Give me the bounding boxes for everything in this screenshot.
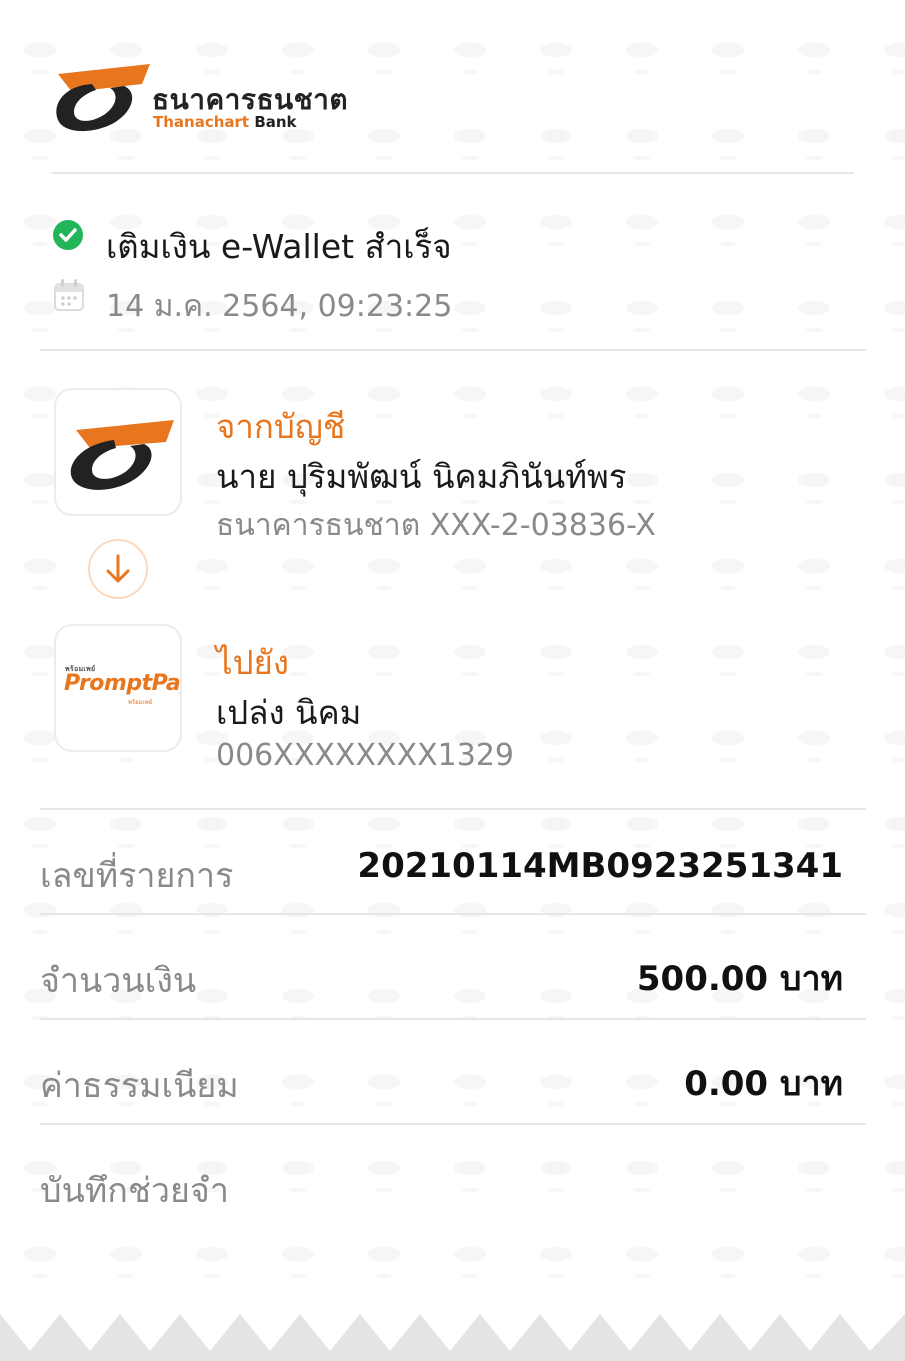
amount-divider [40,1018,866,1020]
from-account-number: ธนาคารธนชาต XXX-2-03836-X [216,508,656,543]
thanachart-logo-icon [56,64,150,132]
arrow-down-icon [88,539,148,599]
status-divider [40,349,866,351]
calendar-icon [54,279,84,311]
to-account-name: เปล่ง นิคม [216,693,362,732]
fee-divider [40,1123,866,1125]
bank-name-english-secondary: Bank [254,113,297,131]
from-account-name: นาย ปุริมพัฒน์ นิคมภินันท์พร [216,457,627,496]
check-circle-icon [53,220,83,250]
from-label: จากบัญชี [216,407,346,446]
receipt-zigzag-edge [0,1306,905,1361]
fee-label: ค่าธรรมเนียม [40,1066,239,1106]
reference-label: เลขที่รายการ [40,856,234,896]
to-account-number: 006XXXXXXXX1329 [216,738,515,773]
thanachart-logo-icon [70,420,174,490]
promptpay-logo-icon: PromptPay [64,671,182,696]
amount-label: จำนวนเงิน [40,961,197,1001]
fee-value: 0.00 บาท [684,1064,843,1104]
accounts-divider [40,808,866,810]
amount-value: 500.00 บาท [636,959,843,999]
to-promptpay-logo: พร้อมเพย์ PromptPay พร้อมเพย์ [54,624,182,752]
memo-label: บันทึกช่วยจำ [40,1171,229,1211]
from-bank-logo [54,388,182,516]
bank-name-english: Thanachart Bank [153,113,297,131]
header-divider [52,172,854,174]
transaction-datetime: 14 ม.ค. 2564, 09:23:25 [106,289,453,324]
bank-logo: ธนาคารธนชาต Thanachart Bank [52,62,352,134]
status-title: เติมเงิน e-Wallet สำเร็จ [106,227,452,266]
promptpay-logo-tag: พร้อมเพย์ [128,699,153,706]
reference-value: 20210114MB0923251341 [357,846,843,886]
reference-divider [40,913,866,915]
bank-name-english-primary: Thanachart [153,113,250,131]
to-label: ไปยัง [216,643,289,682]
